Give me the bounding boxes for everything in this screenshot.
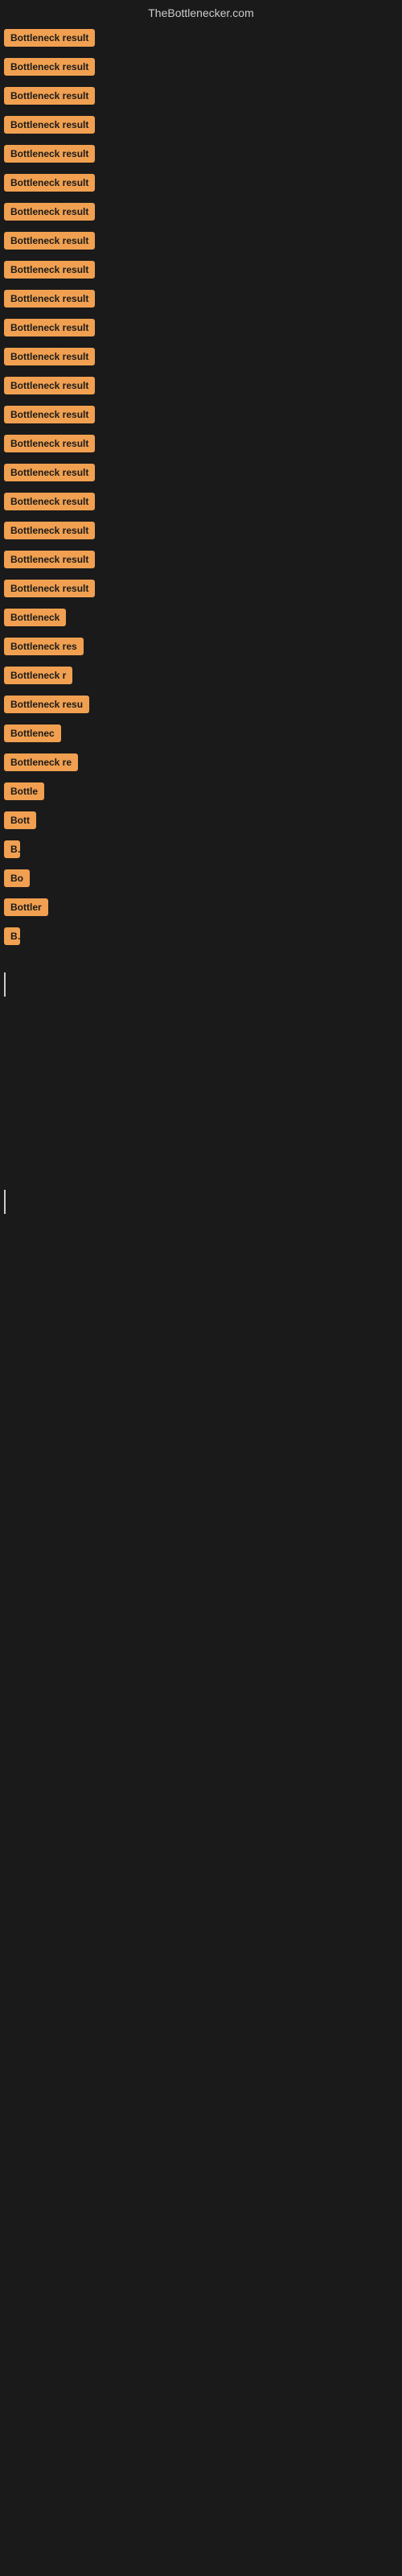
bottleneck-badge[interactable]: Bottleneck re <box>4 753 78 771</box>
bottleneck-badge[interactable]: Bottleneck result <box>4 348 95 365</box>
bottleneck-badge[interactable]: B <box>4 840 20 858</box>
list-item: Bottlenec <box>4 724 402 742</box>
list-item: Bottleneck result <box>4 406 402 423</box>
list-item: B <box>4 927 402 945</box>
bottleneck-badge[interactable]: Bottleneck result <box>4 522 95 539</box>
bottleneck-badge[interactable]: Bottleneck result <box>4 493 95 510</box>
list-item: Bottleneck result <box>4 290 402 308</box>
bottleneck-badge[interactable]: Bottle <box>4 782 44 800</box>
list-item: Bottleneck result <box>4 29 402 47</box>
bottleneck-badge[interactable]: Bottleneck resu <box>4 696 89 713</box>
list-item: Bottleneck r <box>4 667 402 684</box>
bottleneck-badge[interactable]: Bottleneck r <box>4 667 72 684</box>
list-item: Bottleneck result <box>4 580 402 597</box>
list-item: Bottleneck result <box>4 464 402 481</box>
bottleneck-badge[interactable]: Bottleneck result <box>4 580 95 597</box>
bottleneck-badge[interactable]: Bottleneck result <box>4 203 95 221</box>
site-title: TheBottlenecker.com <box>148 6 254 19</box>
list-item: Bottleneck result <box>4 174 402 192</box>
list-item: B <box>4 840 402 858</box>
list-item: Bottleneck result <box>4 435 402 452</box>
list-item: Bo <box>4 869 402 887</box>
bottleneck-badge[interactable]: Bottleneck result <box>4 87 95 105</box>
list-item: Bottleneck result <box>4 493 402 510</box>
list-item: Bottleneck result <box>4 261 402 279</box>
bottleneck-list: Bottleneck result Bottleneck result Bottle… <box>0 29 402 956</box>
list-item: Bottleneck <box>4 609 402 626</box>
list-item: Bottleneck res <box>4 638 402 655</box>
list-item: Bottleneck result <box>4 319 402 336</box>
bottleneck-badge[interactable]: Bottlenec <box>4 724 61 742</box>
list-item: Bottleneck resu <box>4 696 402 713</box>
bottleneck-badge[interactable]: B <box>4 927 20 945</box>
list-item: Bottleneck result <box>4 116 402 134</box>
bottleneck-badge[interactable]: Bo <box>4 869 30 887</box>
list-item: Bottleneck re <box>4 753 402 771</box>
bottleneck-badge[interactable]: Bottleneck result <box>4 232 95 250</box>
bottleneck-badge[interactable]: Bottleneck result <box>4 116 95 134</box>
list-item: Bottleneck result <box>4 348 402 365</box>
bottleneck-badge[interactable]: Bottleneck <box>4 609 66 626</box>
bottleneck-badge[interactable]: Bottleneck result <box>4 29 95 47</box>
list-item: Bottle <box>4 782 402 800</box>
bottleneck-badge[interactable]: Bottleneck result <box>4 58 95 76</box>
bottleneck-badge[interactable]: Bottleneck result <box>4 174 95 192</box>
list-item: Bott <box>4 811 402 829</box>
cursor-indicator-2 <box>4 1190 6 1214</box>
list-item: Bottleneck result <box>4 377 402 394</box>
bottleneck-badge[interactable]: Bottleneck result <box>4 377 95 394</box>
list-item: Bottler <box>4 898 402 916</box>
bottleneck-badge[interactable]: Bottleneck result <box>4 261 95 279</box>
list-item: Bottleneck result <box>4 522 402 539</box>
bottleneck-badge[interactable]: Bottleneck result <box>4 551 95 568</box>
bottleneck-badge[interactable]: Bottleneck result <box>4 464 95 481</box>
cursor-indicator <box>4 972 6 997</box>
site-header: TheBottlenecker.com <box>0 0 402 29</box>
bottleneck-badge[interactable]: Bottleneck result <box>4 406 95 423</box>
bottleneck-badge[interactable]: Bottleneck result <box>4 319 95 336</box>
list-item: Bottleneck result <box>4 232 402 250</box>
page-wrapper: TheBottlenecker.com Bottleneck resultBot… <box>0 0 402 1214</box>
list-item: Bottleneck result <box>4 87 402 105</box>
bottleneck-badge[interactable]: Bottleneck res <box>4 638 84 655</box>
list-item: Bottleneck result <box>4 145 402 163</box>
bottleneck-badge[interactable]: Bottleneck result <box>4 290 95 308</box>
bottleneck-badge[interactable]: Bottleneck result <box>4 435 95 452</box>
list-item: Bottleneck result <box>4 203 402 221</box>
bottleneck-badge[interactable]: Bott <box>4 811 36 829</box>
bottleneck-badge[interactable]: Bottleneck result <box>4 145 95 163</box>
list-item: Bottleneck result <box>4 58 402 76</box>
bottleneck-badge[interactable]: Bottler <box>4 898 48 916</box>
list-item: Bottleneck result <box>4 551 402 568</box>
